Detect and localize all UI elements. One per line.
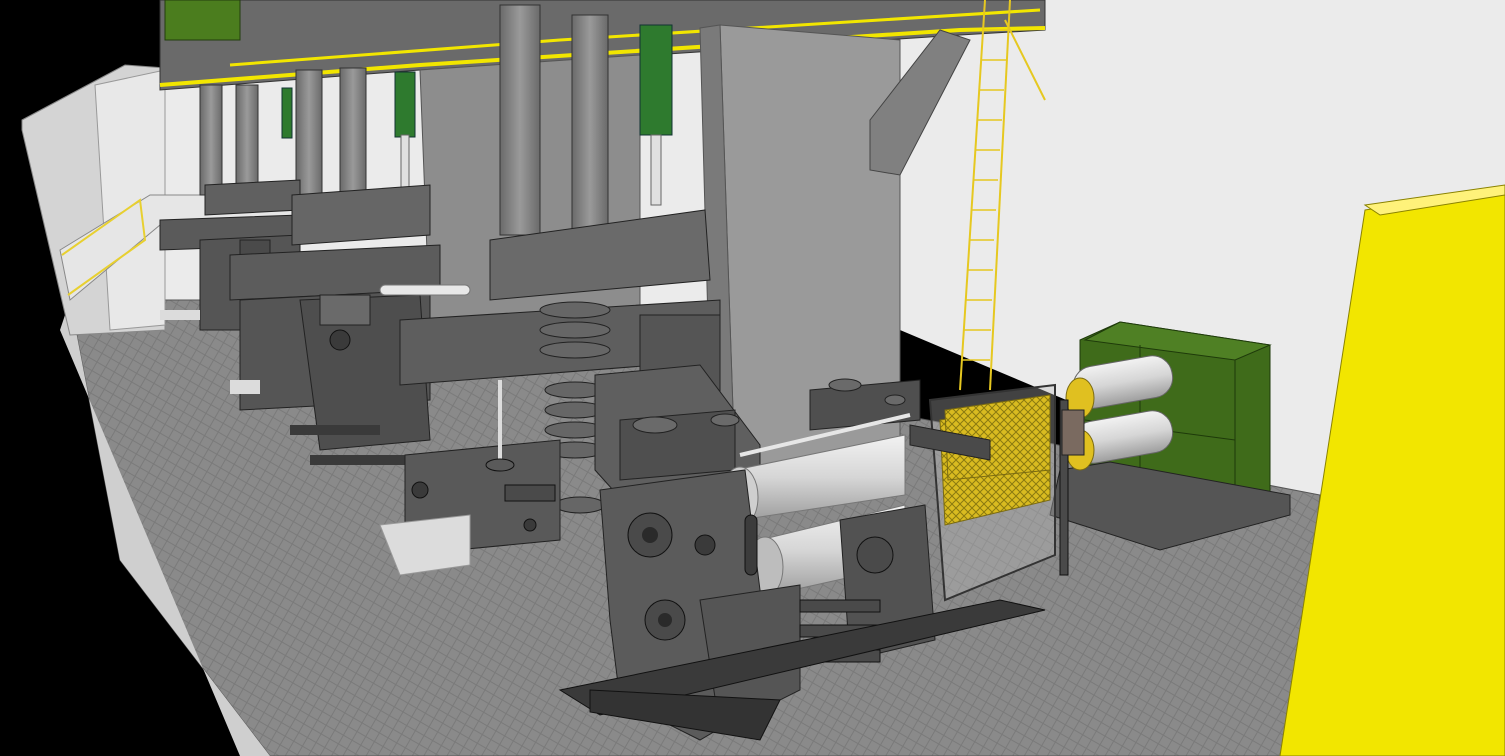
platform-green-block — [164, 0, 241, 41]
guard-cage — [928, 383, 1085, 602]
rolling-mill-render — [0, 0, 1505, 756]
